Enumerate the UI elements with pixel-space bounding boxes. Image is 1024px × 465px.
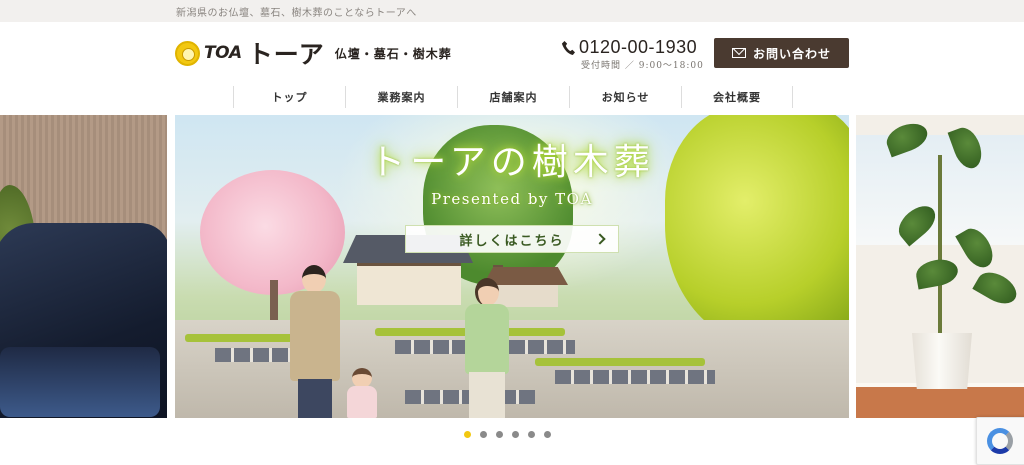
- top-info-bar: 新潟県のお仏壇、墓石、樹木葬のことならトーアへ: [0, 0, 1024, 22]
- slide-next-image[interactable]: [856, 115, 1024, 418]
- site-tagline: 新潟県のお仏壇、墓石、樹木葬のことならトーアへ: [176, 8, 417, 19]
- woman-skirt: [469, 372, 505, 418]
- slider-dot[interactable]: [512, 431, 519, 438]
- hero-title: トーアの樹木葬: [369, 142, 655, 183]
- nav-item-stores[interactable]: 店舗案内: [457, 86, 569, 108]
- man-head: [302, 265, 326, 293]
- recaptcha-icon: [987, 428, 1013, 454]
- phone-contact[interactable]: 0120-00-1930: [561, 37, 697, 58]
- plant-leaf: [914, 256, 960, 290]
- slider-dot[interactable]: [496, 431, 503, 438]
- plant-leaf: [972, 266, 1022, 310]
- logo-name: トーア: [247, 40, 325, 69]
- nav-item-news[interactable]: お知らせ: [569, 86, 681, 108]
- contact-button[interactable]: お問い合わせ: [714, 38, 849, 68]
- man-legs: [298, 379, 332, 418]
- nav-item-company[interactable]: 会社概要: [681, 86, 793, 108]
- slider-pagination: [464, 431, 551, 438]
- plot-row: [555, 370, 715, 384]
- mail-icon: [731, 48, 746, 58]
- nav-item-top[interactable]: トップ: [233, 86, 345, 108]
- hero-details-button[interactable]: 詳しくはこちら: [405, 225, 619, 253]
- global-nav: トップ 業務案内 店舗案内 お知らせ 会社概要: [233, 86, 793, 108]
- slider-dot[interactable]: [544, 431, 551, 438]
- logo-mark-text: TOA: [204, 43, 242, 63]
- phone-number[interactable]: 0120-00-1930: [579, 37, 697, 58]
- hero-details-button-label: 詳しくはこちら: [459, 233, 565, 249]
- recaptcha-badge[interactable]: [976, 417, 1024, 465]
- slider-dot[interactable]: [528, 431, 535, 438]
- logo-emblem-icon: [175, 40, 200, 66]
- contact-button-label: お問い合わせ: [752, 46, 831, 61]
- plant-pot: [912, 333, 972, 389]
- slide-main-banner[interactable]: トーアの樹木葬 Presented by TOA 詳しくはこちら: [175, 115, 849, 418]
- slider-dot[interactable]: [464, 431, 471, 438]
- temple-building: [357, 263, 461, 305]
- woman-coat: [465, 304, 509, 374]
- logo-subtitle: 仏壇・墓石・樹木葬: [334, 46, 452, 61]
- site-logo[interactable]: TOA トーア 仏壇・墓石・樹木葬: [175, 38, 452, 69]
- phone-hours: 受付時間 ／ 9:00〜18:00: [581, 61, 704, 71]
- slide-prev-image[interactable]: [0, 115, 167, 418]
- woman-figure: [465, 278, 509, 418]
- child-body: [347, 386, 377, 418]
- hedge: [535, 358, 705, 366]
- phone-icon: [561, 40, 575, 55]
- nav-item-services[interactable]: 業務案内: [345, 86, 457, 108]
- hero-subtitle: Presented by TOA: [431, 190, 593, 208]
- woman-head: [475, 278, 499, 306]
- plant-stem: [938, 155, 942, 335]
- cemetery-plots: [175, 320, 849, 418]
- chevron-right-icon: [594, 233, 606, 245]
- man-figure: [290, 265, 340, 418]
- wooden-floor: [856, 387, 1024, 418]
- child-figure: [345, 368, 379, 418]
- slider-dot[interactable]: [480, 431, 487, 438]
- sofa-cushion: [0, 347, 160, 417]
- man-coat: [290, 291, 340, 381]
- child-head: [352, 368, 372, 388]
